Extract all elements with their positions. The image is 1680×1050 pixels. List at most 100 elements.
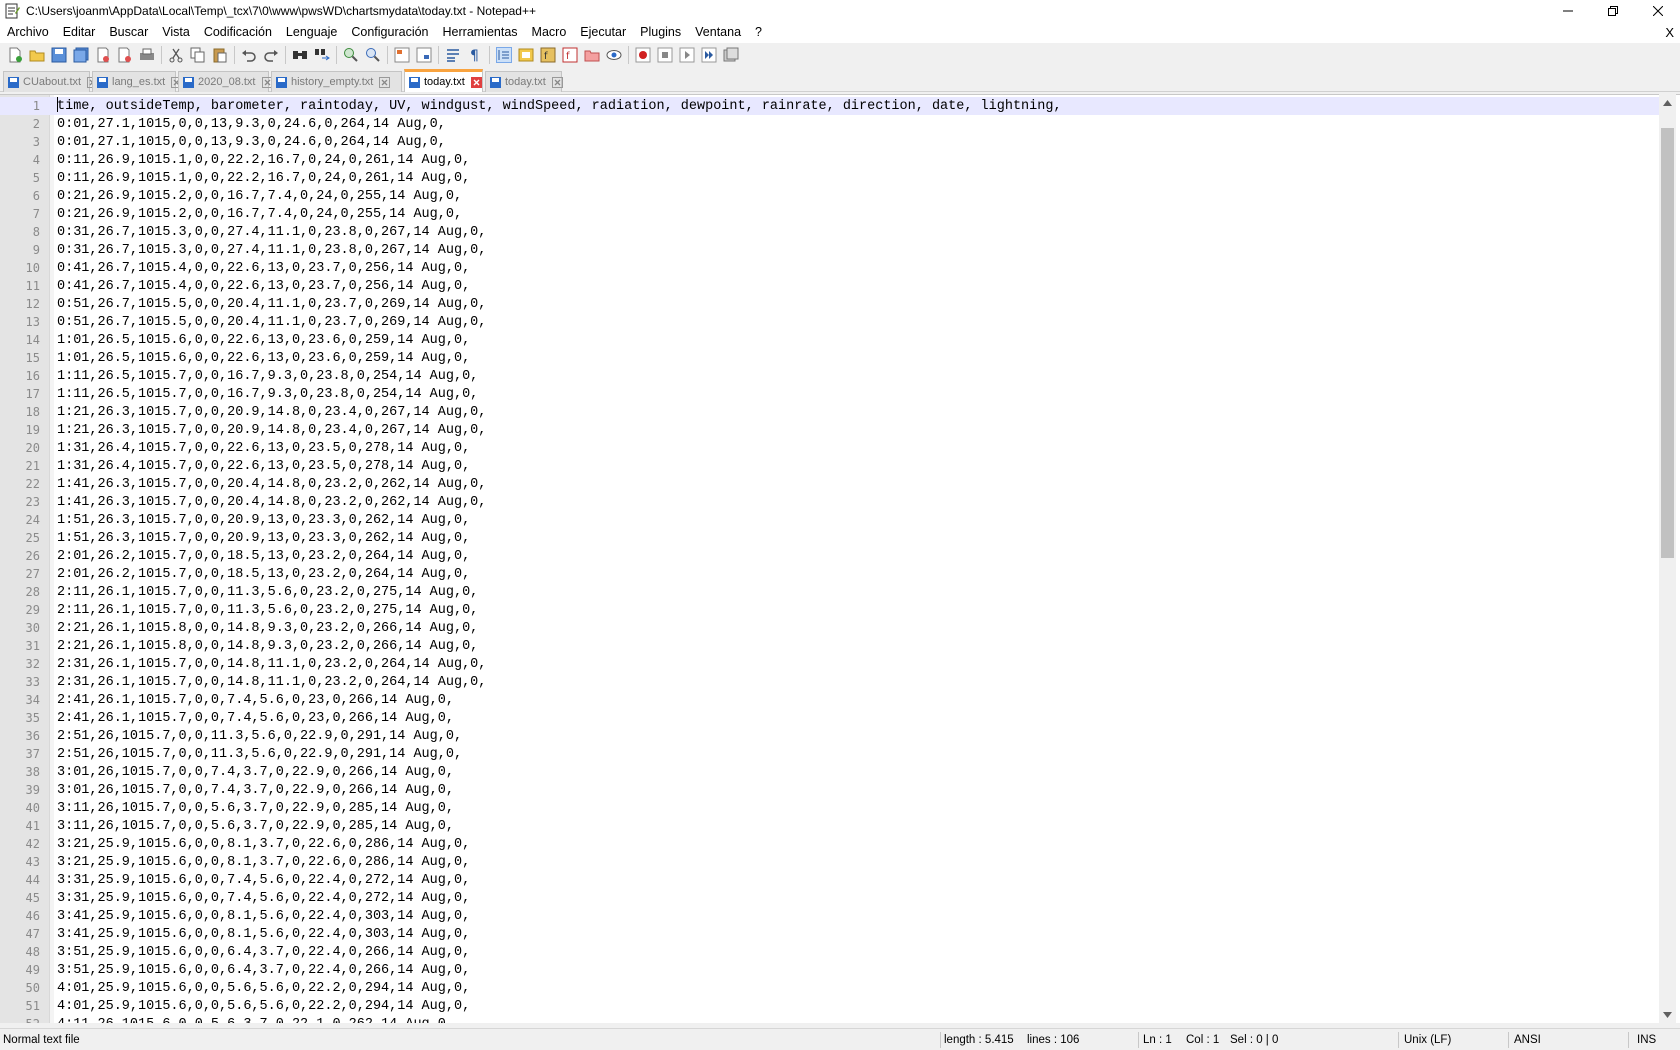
editor-line[interactable]: 36 2:51,26,1015.7,0,0,11.3,5.6,0,22.9,0,2… xyxy=(0,727,1660,745)
editor-line[interactable]: 46 3:41,25.9,1015.6,0,0,8.1,5.6,0,22.4,0,… xyxy=(0,907,1660,925)
line-text[interactable]: 3:01,26,1015.7,0,0,7.4,3.7,0,22.9,0,266,… xyxy=(57,765,454,780)
line-text[interactable]: 0:41,26.7,1015.4,0,0,22.6,13,0,23.7,0,25… xyxy=(57,279,470,294)
line-text[interactable]: 1:11,26.5,1015.7,0,0,16.7,9.3,0,23.8,0,2… xyxy=(57,369,478,384)
editor-line[interactable]: 5 0:11,26.9,1015.1,0,0,22.2,16.7,0,24,0,2… xyxy=(0,169,1660,187)
menu-ejecutar[interactable]: Ejecutar xyxy=(573,22,633,43)
editor-line[interactable]: 28 2:11,26.1,1015.7,0,0,11.3,5.6,0,23.2,0… xyxy=(0,583,1660,601)
editor-line[interactable]: 14 1:01,26.5,1015.6,0,0,22.6,13,0,23.6,0,… xyxy=(0,331,1660,349)
editor-line[interactable]: 12 0:51,26.7,1015.5,0,0,20.4,11.1,0,23.7,… xyxy=(0,295,1660,313)
line-text[interactable]: 0:41,26.7,1015.4,0,0,22.6,13,0,23.7,0,25… xyxy=(57,261,470,276)
editor-line[interactable]: 11 0:41,26.7,1015.4,0,0,22.6,13,0,23.7,0,… xyxy=(0,277,1660,295)
line-text[interactable]: 1:31,26.4,1015.7,0,0,22.6,13,0,23.5,0,27… xyxy=(57,459,470,474)
editor-line[interactable]: 31 2:21,26.1,1015.8,0,0,14.8,9.3,0,23.2,0… xyxy=(0,637,1660,655)
menu-ventana[interactable]: Ventana xyxy=(688,22,748,43)
close-all-icon[interactable] xyxy=(117,47,133,63)
menu-editar[interactable]: Editar xyxy=(56,22,103,43)
line-text[interactable]: 3:21,25.9,1015.6,0,0,8.1,3.7,0,22.6,0,28… xyxy=(57,837,470,852)
line-text[interactable]: 0:31,26.7,1015.3,0,0,27.4,11.1,0,23.8,0,… xyxy=(57,225,486,240)
show-all-chars-icon[interactable]: ¶ xyxy=(467,47,483,63)
line-text[interactable]: 2:31,26.1,1015.7,0,0,14.8,11.1,0,23.2,0,… xyxy=(57,675,486,690)
restore-button[interactable] xyxy=(1590,0,1635,22)
editor-line[interactable]: 17 1:11,26.5,1015.7,0,0,16.7,9.3,0,23.8,0… xyxy=(0,385,1660,403)
editor-line[interactable]: 29 2:11,26.1,1015.7,0,0,11.3,5.6,0,23.2,0… xyxy=(0,601,1660,619)
new-file-icon[interactable] xyxy=(7,47,23,63)
menu-herramientas[interactable]: Herramientas xyxy=(436,22,525,43)
line-text[interactable]: 2:41,26.1,1015.7,0,0,7.4,5.6,0,23,0,266,… xyxy=(57,693,454,708)
editor-line[interactable]: 23 1:41,26.3,1015.7,0,0,20.4,14.8,0,23.2,… xyxy=(0,493,1660,511)
editor-line[interactable]: 40 3:11,26,1015.7,0,0,5.6,3.7,0,22.9,0,28… xyxy=(0,799,1660,817)
line-text[interactable]: 3:41,25.9,1015.6,0,0,8.1,5.6,0,22.4,0,30… xyxy=(57,927,470,942)
run-macro-multiple-icon[interactable] xyxy=(701,47,717,63)
menu-buscar[interactable]: Buscar xyxy=(102,22,155,43)
editor-line[interactable]: 18 1:21,26.3,1015.7,0,0,20.9,14.8,0,23.4,… xyxy=(0,403,1660,421)
line-text[interactable]: 2:11,26.1,1015.7,0,0,11.3,5.6,0,23.2,0,2… xyxy=(57,585,478,600)
tab-2020-08[interactable]: 2020_08.txt xyxy=(178,71,273,92)
paste-icon[interactable] xyxy=(212,47,228,63)
editor-line[interactable]: 10 0:41,26.7,1015.4,0,0,22.6,13,0,23.7,0,… xyxy=(0,259,1660,277)
line-text[interactable]: 0:01,27.1,1015,0,0,13,9.3,0,24.6,0,264,1… xyxy=(57,117,446,132)
line-text[interactable]: 2:11,26.1,1015.7,0,0,11.3,5.6,0,23.2,0,2… xyxy=(57,603,478,618)
editor-line[interactable]: 47 3:41,25.9,1015.6,0,0,8.1,5.6,0,22.4,0,… xyxy=(0,925,1660,943)
menu-vista[interactable]: Vista xyxy=(155,22,197,43)
zoom-out-icon[interactable] xyxy=(365,47,381,63)
editor-line[interactable]: 43 3:21,25.9,1015.6,0,0,8.1,3.7,0,22.6,0,… xyxy=(0,853,1660,871)
line-text[interactable]: 2:01,26.2,1015.7,0,0,18.5,13,0,23.2,0,26… xyxy=(57,549,470,564)
editor-line[interactable]: 32 2:31,26.1,1015.7,0,0,14.8,11.1,0,23.2,… xyxy=(0,655,1660,673)
editor-line[interactable]: 8 0:31,26.7,1015.3,0,0,27.4,11.1,0,23.8,0… xyxy=(0,223,1660,241)
menu-lenguaje[interactable]: Lenguaje xyxy=(279,22,344,43)
cut-icon[interactable] xyxy=(168,47,184,63)
line-text[interactable]: 2:21,26.1,1015.8,0,0,14.8,9.3,0,23.2,0,2… xyxy=(57,639,478,654)
line-text[interactable]: 0:51,26.7,1015.5,0,0,20.4,11.1,0,23.7,0,… xyxy=(57,315,486,330)
line-text[interactable]: 4:01,25.9,1015.6,0,0,5.6,5.6,0,22.2,0,29… xyxy=(57,981,470,996)
editor-line[interactable]: 51 4:01,25.9,1015.6,0,0,5.6,5.6,0,22.2,0,… xyxy=(0,997,1660,1015)
editor-line[interactable]: 6 0:21,26.9,1015.2,0,0,16.7,7.4,0,24,0,25… xyxy=(0,187,1660,205)
replace-icon[interactable] xyxy=(314,47,330,63)
tab-close-icon[interactable] xyxy=(551,76,563,88)
editor-line[interactable]: 2 0:01,27.1,1015,0,0,13,9.3,0,24.6,0,264,… xyxy=(0,115,1660,133)
record-macro-icon[interactable] xyxy=(635,47,651,63)
play-macro-icon[interactable] xyxy=(679,47,695,63)
menu-configuracion[interactable]: Configuración xyxy=(344,22,435,43)
line-text[interactable]: 0:21,26.9,1015.2,0,0,16.7,7.4,0,24,0,255… xyxy=(57,207,462,222)
editor-line[interactable]: 13 0:51,26.7,1015.5,0,0,20.4,11.1,0,23.7,… xyxy=(0,313,1660,331)
line-text[interactable]: 2:41,26.1,1015.7,0,0,7.4,5.6,0,23,0,266,… xyxy=(57,711,454,726)
line-text[interactable]: 1:51,26.3,1015.7,0,0,20.9,13,0,23.3,0,26… xyxy=(57,531,470,546)
indent-guide-icon[interactable] xyxy=(496,46,512,63)
line-text[interactable]: 4:01,25.9,1015.6,0,0,5.6,5.6,0,22.2,0,29… xyxy=(57,999,470,1014)
line-text[interactable]: 0:11,26.9,1015.1,0,0,22.2,16.7,0,24,0,26… xyxy=(57,171,470,186)
line-text[interactable]: 2:21,26.1,1015.8,0,0,14.8,9.3,0,23.2,0,2… xyxy=(57,621,478,636)
find-icon[interactable] xyxy=(292,47,308,63)
line-text[interactable]: 3:31,25.9,1015.6,0,0,7.4,5.6,0,22.4,0,27… xyxy=(57,891,470,906)
close-window-button[interactable] xyxy=(1635,0,1680,22)
zoom-in-icon[interactable] xyxy=(343,47,359,63)
editor-line[interactable]: 52 4:11,26,1015.6,0,0,5.6,3.7,0,22.1,0,26… xyxy=(0,1015,1660,1024)
editor-line[interactable]: 9 0:31,26.7,1015.3,0,0,27.4,11.1,0,23.8,0… xyxy=(0,241,1660,259)
line-text[interactable]: 3:11,26,1015.7,0,0,5.6,3.7,0,22.9,0,285,… xyxy=(57,819,454,834)
line-text[interactable]: 1:21,26.3,1015.7,0,0,20.9,14.8,0,23.4,0,… xyxy=(57,405,486,420)
redo-icon[interactable] xyxy=(263,47,279,63)
editor-line[interactable]: 4 0:11,26.9,1015.1,0,0,22.2,16.7,0,24,0,2… xyxy=(0,151,1660,169)
editor-line[interactable]: 16 1:11,26.5,1015.7,0,0,16.7,9.3,0,23.8,0… xyxy=(0,367,1660,385)
stop-record-icon[interactable] xyxy=(657,47,673,63)
editor-line[interactable]: 26 2:01,26.2,1015.7,0,0,18.5,13,0,23.2,0,… xyxy=(0,547,1660,565)
line-text[interactable]: 1:51,26.3,1015.7,0,0,20.9,13,0,23.3,0,26… xyxy=(57,513,470,528)
monitoring-icon[interactable] xyxy=(606,47,622,63)
editor-line[interactable]: 49 3:51,25.9,1015.6,0,0,6.4,3.7,0,22.4,0,… xyxy=(0,961,1660,979)
tab-cuabout[interactable]: CUabout.txt xyxy=(3,71,99,92)
editor-line[interactable]: 20 1:31,26.4,1015.7,0,0,22.6,13,0,23.5,0,… xyxy=(0,439,1660,457)
editor-line[interactable]: 15 1:01,26.5,1015.6,0,0,22.6,13,0,23.6,0,… xyxy=(0,349,1660,367)
editor-line[interactable]: 30 2:21,26.1,1015.8,0,0,14.8,9.3,0,23.2,0… xyxy=(0,619,1660,637)
save-icon[interactable] xyxy=(51,47,67,63)
line-text[interactable]: 1:31,26.4,1015.7,0,0,22.6,13,0,23.5,0,27… xyxy=(57,441,470,456)
editor-line[interactable]: 3 0:01,27.1,1015,0,0,13,9.3,0,24.6,0,264,… xyxy=(0,133,1660,151)
editor-line[interactable]: 7 0:21,26.9,1015.2,0,0,16.7,7.4,0,24,0,25… xyxy=(0,205,1660,223)
save-all-icon[interactable] xyxy=(73,47,89,63)
undo-icon[interactable] xyxy=(241,47,257,63)
line-text[interactable]: 2:31,26.1,1015.7,0,0,14.8,11.1,0,23.2,0,… xyxy=(57,657,486,672)
tab-lang-es[interactable]: lang_es.txt xyxy=(92,71,183,92)
editor-line[interactable]: 39 3:01,26,1015.7,0,0,7.4,3.7,0,22.9,0,26… xyxy=(0,781,1660,799)
editor-line[interactable]: 48 3:51,25.9,1015.6,0,0,6.4,3.7,0,22.4,0,… xyxy=(0,943,1660,961)
menu-codificacion[interactable]: Codificación xyxy=(197,22,279,43)
line-text[interactable]: 2:51,26,1015.7,0,0,11.3,5.6,0,22.9,0,291… xyxy=(57,729,462,744)
tab-today-2[interactable]: today.txt xyxy=(485,71,563,92)
